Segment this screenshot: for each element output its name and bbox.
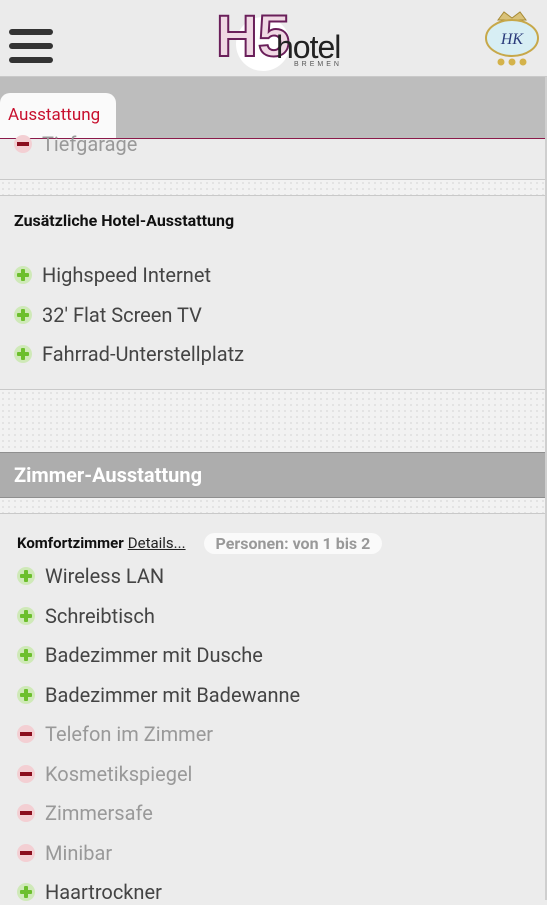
list-item: Highspeed Internet <box>14 262 211 288</box>
tab-bar: Ausstattung <box>0 77 547 139</box>
classification-crest-icon: HK <box>485 11 539 66</box>
item-label: Zimmersafe <box>45 801 153 825</box>
item-label: Schreibtisch <box>45 604 155 628</box>
details-link[interactable]: Details... <box>128 534 186 552</box>
item-label: Badezimmer mit Badewanne <box>45 683 301 707</box>
minus-icon <box>17 804 35 822</box>
logo-city-text: BREMEN <box>294 61 342 68</box>
list-item: Badezimmer mit Dusche <box>17 642 263 668</box>
plus-icon <box>17 607 35 625</box>
minus-icon <box>14 135 32 153</box>
room-facilities-heading-label: Zimmer-Ausstattung <box>14 463 203 487</box>
additional-facilities-title: Zusätzliche Hotel-Ausstattung <box>14 211 235 230</box>
item-label: Telefon im Zimmer <box>45 722 214 746</box>
room-facilities-heading: Zimmer-Ausstattung <box>0 452 547 498</box>
list-item: Badezimmer mit Badewanne <box>17 682 300 708</box>
list-item: Kosmetikspiegel <box>17 761 192 787</box>
crest-letters: HK <box>500 31 525 48</box>
list-item: Tiefgarage <box>14 131 137 157</box>
list-item: 32' Flat Screen TV <box>14 302 202 328</box>
item-label: Minibar <box>45 841 113 865</box>
plus-icon <box>17 686 35 704</box>
item-label: Tiefgarage <box>42 132 138 156</box>
item-label: Highspeed Internet <box>42 263 211 287</box>
list-item: Zimmersafe <box>17 800 153 826</box>
list-item: Fahrrad-Unterstellplatz <box>14 341 244 367</box>
minus-icon <box>17 725 35 743</box>
section-spacer <box>0 180 547 195</box>
list-item: Haartrockner <box>17 879 162 905</box>
facilities-panel: Tiefgarage <box>0 132 547 179</box>
item-label: Wireless LAN <box>45 564 165 588</box>
room-title-line: Komfortzimmer Details... Personen: von 1… <box>17 532 383 554</box>
plus-icon <box>17 567 35 585</box>
list-item: Telefon im Zimmer <box>17 721 213 747</box>
minus-icon <box>17 765 35 783</box>
list-item: Minibar <box>17 840 112 866</box>
list-item: Wireless LAN <box>17 563 164 589</box>
minus-icon <box>17 844 35 862</box>
item-label: Kosmetikspiegel <box>45 762 193 786</box>
persons-badge: Personen: von 1 bis 2 <box>203 532 383 554</box>
item-label: Badezimmer mit Dusche <box>45 643 263 667</box>
plus-icon <box>17 883 35 901</box>
list-item: Schreibtisch <box>17 603 155 629</box>
section-spacer <box>0 390 547 452</box>
plus-icon <box>14 306 32 324</box>
room-name: Komfortzimmer <box>17 534 124 552</box>
item-label: Fahrrad-Unterstellplatz <box>42 342 245 366</box>
plus-icon <box>14 266 32 284</box>
app-header: H5 hotel BREMEN HK <box>0 0 547 77</box>
plus-icon <box>17 646 35 664</box>
item-label: Haartrockner <box>45 880 162 904</box>
section-spacer <box>0 498 547 513</box>
item-label: 32' Flat Screen TV <box>42 303 202 327</box>
plus-icon <box>14 345 32 363</box>
menu-icon[interactable] <box>9 29 53 65</box>
